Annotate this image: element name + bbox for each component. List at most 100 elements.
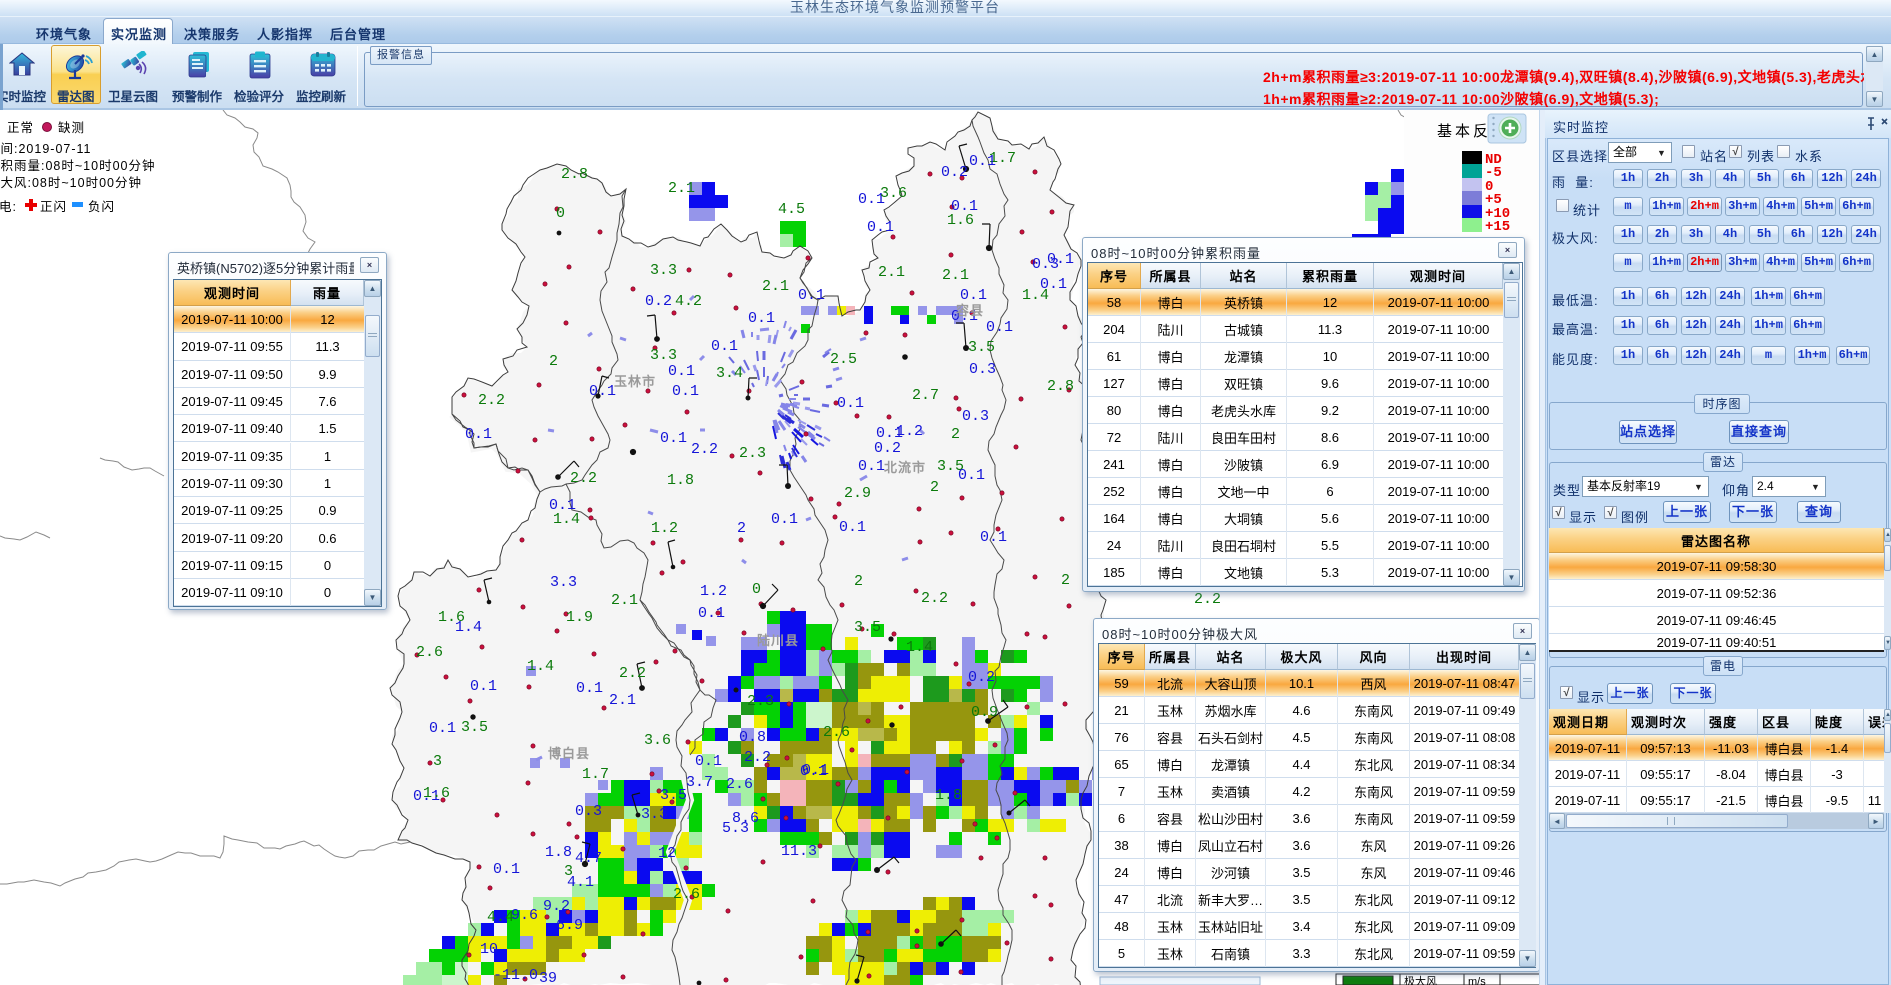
svg-text:3.3: 3.3: [641, 806, 668, 823]
svg-text:2.2: 2.2: [619, 665, 646, 682]
svg-text:2: 2: [737, 520, 746, 537]
svg-text:3: 3: [433, 753, 442, 770]
svg-text:3.3: 3.3: [650, 347, 677, 364]
svg-text:0.1: 0.1: [1047, 251, 1074, 268]
svg-text:4.5: 4.5: [778, 201, 805, 218]
svg-text:0.1: 0.1: [576, 680, 603, 697]
svg-text:2.6: 2.6: [823, 724, 850, 741]
svg-text:2: 2: [1061, 572, 1070, 589]
svg-text:0.1: 0.1: [465, 426, 492, 443]
svg-text:0.1: 0.1: [589, 383, 616, 400]
svg-text:0: 0: [752, 581, 761, 598]
svg-text:3.6: 3.6: [644, 732, 671, 749]
svg-text:0.1: 0.1: [867, 219, 894, 236]
svg-text:1.2: 1.2: [700, 583, 727, 600]
svg-text:1.4: 1.4: [455, 619, 482, 636]
svg-text:0.1: 0.1: [470, 678, 497, 695]
svg-text:39: 39: [539, 970, 557, 985]
svg-text:0.3: 0.3: [575, 803, 602, 820]
svg-text:4.2: 4.2: [675, 293, 702, 310]
svg-text:1.4: 1.4: [906, 639, 933, 656]
svg-text:3.5: 3.5: [968, 339, 995, 356]
svg-text:2.6: 2.6: [726, 776, 753, 793]
svg-text:2.8: 2.8: [561, 166, 588, 183]
svg-text:3.5: 3.5: [660, 787, 687, 804]
svg-text:0.1: 0.1: [800, 763, 827, 780]
svg-text:2: 2: [549, 353, 558, 370]
svg-text:0.1: 0.1: [748, 310, 775, 327]
svg-text:正常: 正常: [7, 121, 34, 135]
svg-text:4.7: 4.7: [575, 850, 602, 867]
svg-text:4.1: 4.1: [567, 874, 594, 891]
svg-text:2.2: 2.2: [921, 590, 948, 607]
svg-text:累积雨量:08时~10时00分钟: 累积雨量:08时~10时00分钟: [0, 158, 156, 173]
svg-text:0.3: 0.3: [962, 408, 989, 425]
svg-text:0.1: 0.1: [798, 287, 825, 304]
svg-text:基本反: 基本反: [1437, 123, 1491, 140]
svg-text:2.1: 2.1: [611, 592, 638, 609]
svg-text:2: 2: [854, 573, 863, 590]
svg-text:1.8: 1.8: [667, 472, 694, 489]
svg-text:1.7: 1.7: [582, 766, 609, 783]
svg-text:6.9: 6.9: [556, 917, 583, 934]
svg-text:1.9: 1.9: [566, 609, 593, 626]
svg-text:2: 2: [951, 426, 960, 443]
svg-text:0.3: 0.3: [969, 361, 996, 378]
svg-text:0.1: 0.1: [839, 519, 866, 536]
svg-text:极大风:08时~10时00分钟: 极大风:08时~10时00分钟: [0, 175, 142, 190]
svg-text:缺测: 缺测: [58, 120, 85, 135]
svg-text:2.9: 2.9: [844, 485, 871, 502]
svg-text:3.5: 3.5: [854, 619, 881, 636]
svg-text:0.1: 0.1: [771, 511, 798, 528]
svg-text:2.3: 2.3: [747, 693, 774, 710]
svg-text:11.3: 11.3: [781, 843, 817, 860]
svg-text:3.3: 3.3: [550, 574, 577, 591]
svg-text:陆川县: 陆川县: [757, 633, 799, 648]
svg-text:3.4: 3.4: [716, 365, 743, 382]
svg-text:0.1: 0.1: [660, 430, 687, 447]
svg-text:2.3: 2.3: [739, 445, 766, 462]
svg-text:2.6: 2.6: [673, 886, 700, 903]
svg-text:0.2: 0.2: [645, 293, 672, 310]
svg-text:0.1: 0.1: [951, 198, 978, 215]
svg-text:4.4: 4.4: [487, 909, 514, 926]
svg-text:1.8: 1.8: [935, 787, 962, 804]
svg-text:0.1: 0.1: [668, 363, 695, 380]
svg-text:2.1: 2.1: [762, 278, 789, 295]
svg-text:正闪: 正闪: [40, 200, 67, 214]
svg-text:2.1: 2.1: [878, 264, 905, 281]
svg-text:0.1: 0.1: [695, 753, 722, 770]
svg-text:0.1: 0.1: [980, 529, 1007, 546]
svg-text:0.8: 0.8: [739, 729, 766, 746]
svg-text:0.1: 0.1: [711, 338, 738, 355]
svg-text:3.7: 3.7: [686, 774, 713, 791]
svg-text:-11.0: -11.0: [493, 967, 538, 984]
svg-text:2.2: 2.2: [691, 441, 718, 458]
svg-text:0.2: 0.2: [941, 164, 968, 181]
svg-text:0.1: 0.1: [858, 458, 885, 475]
svg-text:玉林市: 玉林市: [614, 374, 656, 389]
svg-text:3.3: 3.3: [650, 262, 677, 279]
svg-text:时间:2019-07-11: 时间:2019-07-11: [0, 142, 92, 156]
svg-text:2.1: 2.1: [942, 267, 969, 284]
svg-text:10: 10: [480, 941, 498, 958]
svg-text:0.1: 0.1: [958, 467, 985, 484]
svg-text:3.6: 3.6: [880, 185, 907, 202]
svg-text:0.2: 0.2: [874, 440, 901, 457]
svg-text:1.8: 1.8: [545, 844, 572, 861]
svg-text:博白县: 博白县: [548, 746, 590, 761]
svg-text:2.2: 2.2: [478, 392, 505, 409]
svg-text:0.1: 0.1: [1040, 276, 1067, 293]
svg-text:1.6: 1.6: [423, 785, 450, 802]
svg-text:0.1: 0.1: [960, 287, 987, 304]
svg-text:2.2: 2.2: [744, 749, 771, 766]
svg-text:3.5: 3.5: [461, 719, 488, 736]
svg-text:0.1: 0.1: [969, 153, 996, 170]
svg-text:2.5: 2.5: [830, 351, 857, 368]
svg-text:2: 2: [930, 479, 939, 496]
svg-text:0.1: 0.1: [672, 383, 699, 400]
svg-text:2.2: 2.2: [1194, 591, 1221, 608]
svg-text:容县: 容县: [955, 303, 984, 318]
svg-text:2.6: 2.6: [416, 644, 443, 661]
svg-text:极大风: 极大风: [1404, 974, 1437, 985]
